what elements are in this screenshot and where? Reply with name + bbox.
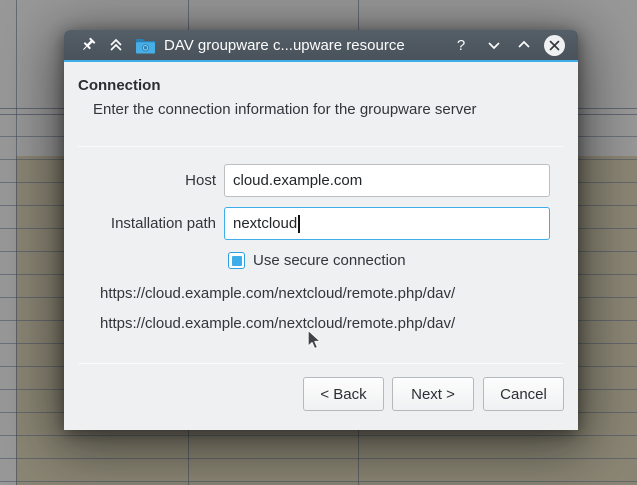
secure-connection-row[interactable]: Use secure connection — [228, 252, 406, 269]
dav-url-preview-2: https://cloud.example.com/nextcloud/remo… — [100, 315, 455, 332]
installation-path-label: Installation path — [76, 207, 216, 240]
shade-icon[interactable] — [106, 30, 126, 60]
secure-connection-checkbox[interactable] — [228, 252, 245, 269]
host-input[interactable]: cloud.example.com — [224, 164, 550, 197]
mouse-cursor — [305, 329, 323, 358]
titlebar[interactable]: DAV groupware c...upware resource ? — [64, 30, 578, 60]
separator — [78, 363, 564, 364]
page-description: Enter the connection information for the… — [93, 101, 477, 118]
titlebar-accent-line — [64, 60, 578, 62]
back-button[interactable]: < Back — [303, 377, 384, 411]
installation-path-input[interactable]: nextcloud — [224, 207, 550, 240]
checkbox-checked-mark — [232, 256, 242, 266]
dav-groupware-wizard-dialog: DAV groupware c...upware resource ? Conn… — [64, 30, 578, 430]
host-label: Host — [76, 164, 216, 197]
next-button[interactable]: Next > — [392, 377, 474, 411]
installation-path-value: nextcloud — [233, 215, 297, 232]
close-button[interactable] — [543, 30, 565, 60]
background-column-line — [16, 0, 17, 485]
cancel-button[interactable]: Cancel — [483, 377, 564, 411]
host-value: cloud.example.com — [233, 172, 362, 189]
minimize-icon[interactable] — [484, 30, 504, 60]
page-title: Connection — [78, 77, 161, 94]
maximize-icon[interactable] — [514, 30, 534, 60]
separator — [78, 146, 564, 147]
dav-url-preview: https://cloud.example.com/nextcloud/remo… — [100, 285, 455, 302]
close-icon[interactable] — [544, 35, 565, 56]
pin-icon[interactable] — [79, 30, 97, 60]
text-caret — [298, 215, 300, 233]
window-title: DAV groupware c...upware resource — [164, 30, 405, 60]
app-folder-icon — [134, 30, 156, 60]
help-button[interactable]: ? — [452, 30, 470, 60]
secure-connection-label[interactable]: Use secure connection — [253, 252, 406, 269]
